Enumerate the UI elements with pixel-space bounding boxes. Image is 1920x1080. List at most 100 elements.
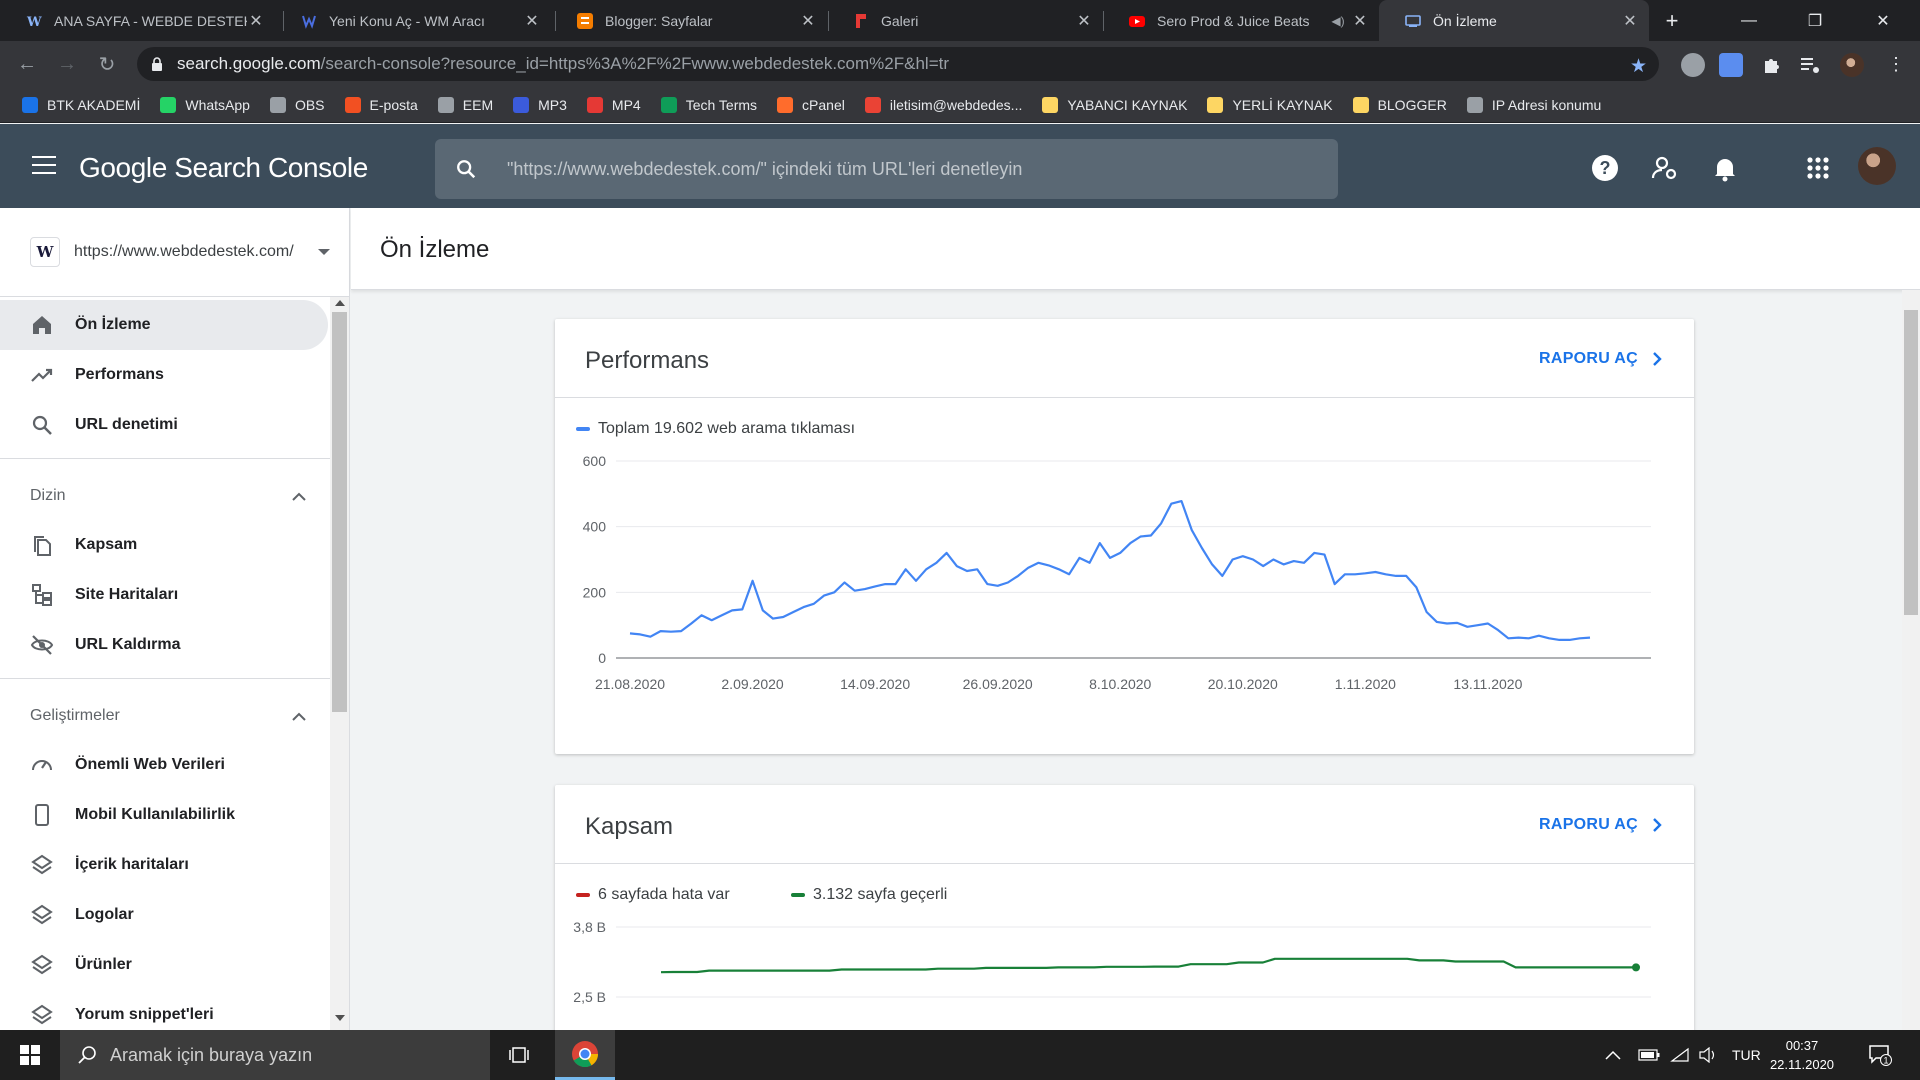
browser-menu-icon[interactable]: ⋮ <box>1878 41 1914 88</box>
bookmark-item[interactable]: YABANCI KAYNAK <box>1042 97 1187 113</box>
back-button[interactable]: ← <box>9 41 45 88</box>
sidebar-item-performance[interactable]: Performans <box>0 350 328 400</box>
account-avatar[interactable] <box>1858 147 1896 185</box>
sidebar-item-coverage[interactable]: Kapsam <box>0 520 328 570</box>
minimize-window-button[interactable]: — <box>1716 0 1782 41</box>
chevron-right-icon <box>1653 818 1662 832</box>
battery-icon[interactable] <box>1638 1030 1660 1080</box>
volume-icon[interactable] <box>1698 1030 1718 1080</box>
search-console-logo[interactable]: Google Search Console <box>79 152 368 184</box>
wifi-icon[interactable] <box>1670 1030 1690 1080</box>
sidebar-item-review-snippets[interactable]: Yorum snippet'leri <box>0 990 328 1030</box>
show-hidden-icons[interactable] <box>1605 1030 1621 1080</box>
home-icon <box>33 316 51 334</box>
bookmark-label: Tech Terms <box>685 97 758 113</box>
chart-legend-clicks[interactable]: Toplam 19.602 web arama tıklaması <box>576 420 855 438</box>
url-inspection-search[interactable]: "https://www.webdedestek.com/" içindeki … <box>435 139 1338 199</box>
sidebar-scrollbar-thumb[interactable] <box>332 312 347 712</box>
help-icon[interactable]: ? <box>1591 154 1619 182</box>
close-window-button[interactable]: ✕ <box>1850 0 1916 41</box>
bookmark-item[interactable]: cPanel <box>777 97 845 113</box>
bookmark-item[interactable]: BLOGGER <box>1352 97 1447 113</box>
bookmark-item[interactable]: IP Adresi konumu <box>1466 97 1601 113</box>
task-view-icon[interactable] <box>500 1030 540 1080</box>
close-tab-icon[interactable]: ✕ <box>799 11 817 31</box>
coverage-card: Kapsam RAPORU AÇ 6 sayfada hata var 3.13… <box>555 785 1694 1045</box>
bookmark-item[interactable]: MP3 <box>513 97 567 113</box>
svg-text:?: ? <box>1600 158 1611 178</box>
new-tab-button[interactable]: + <box>1657 0 1687 41</box>
manage-users-icon[interactable] <box>1651 154 1679 182</box>
open-performance-report-link[interactable]: RAPORU AÇ <box>1539 350 1662 368</box>
main-menu-icon[interactable] <box>32 156 56 174</box>
bookmark-item[interactable]: E-posta <box>344 97 418 113</box>
youtube-favicon-icon <box>1129 15 1145 27</box>
mute-tab-icon[interactable]: ◀) <box>1329 14 1347 28</box>
layers-icon <box>31 954 53 975</box>
browser-tab[interactable]: Yeni Konu Aç - WM Aracı ✕ <box>275 0 551 41</box>
sidebar-item-overview[interactable]: Ön İzleme <box>0 300 328 350</box>
sidebar-item-url-inspection[interactable]: URL denetimi <box>0 400 328 450</box>
media-playlist-icon[interactable] <box>1798 53 1822 77</box>
browser-tab[interactable]: Sero Prod & Juice Beats ◀) ✕ <box>1103 0 1379 41</box>
bookmark-item[interactable]: MP4 <box>586 97 641 113</box>
y-tick-label: 0 <box>598 650 606 666</box>
bookmark-item[interactable]: OBS <box>269 97 325 113</box>
svg-text:W: W <box>26 15 42 29</box>
sidebar-item-core-web-vitals[interactable]: Önemli Web Verileri <box>0 740 328 790</box>
reload-button[interactable]: ↻ <box>89 41 125 88</box>
chart-legend-valid[interactable]: 3.132 sayfa geçerli <box>791 886 947 904</box>
series-end-point <box>1632 963 1640 972</box>
close-tab-icon[interactable]: ✕ <box>523 11 541 31</box>
action-center-button[interactable]: 1 <box>1868 1030 1892 1080</box>
profile-avatar[interactable] <box>1840 53 1864 77</box>
chart-legend-errors[interactable]: 6 sayfada hata var <box>576 886 730 904</box>
bookmark-item[interactable]: iletisim@webdedes... <box>864 97 1022 113</box>
bookmark-star-icon[interactable]: ★ <box>1630 55 1647 78</box>
taskbar-clock[interactable]: 00:37 22.11.2020 <box>1762 1036 1842 1074</box>
close-tab-icon[interactable]: ✕ <box>1351 11 1369 31</box>
sidebar-section-index[interactable]: Dizin <box>30 487 306 505</box>
notifications-bell-icon[interactable] <box>1711 154 1739 182</box>
restore-window-button[interactable]: ❐ <box>1782 0 1848 41</box>
puzzle-extensions-icon[interactable] <box>1760 53 1784 77</box>
address-bar[interactable]: search.google.com /search-console?resour… <box>137 47 1659 81</box>
scroll-up-arrow-icon[interactable] <box>335 300 345 306</box>
bookmark-item[interactable]: Tech Terms <box>660 97 758 113</box>
sidebar-item-products[interactable]: Ürünler <box>0 940 328 990</box>
chrome-taskbar-icon[interactable] <box>555 1030 615 1080</box>
bookmark-item[interactable]: EEM <box>437 97 493 113</box>
forward-button[interactable]: → <box>49 41 85 88</box>
sidebar-item-removals[interactable]: URL Kaldırma <box>0 620 328 670</box>
close-tab-icon[interactable]: ✕ <box>247 11 265 31</box>
sidebar-section-enhancements[interactable]: Geliştirmeler <box>30 707 306 725</box>
adblock-extension-icon[interactable] <box>1681 53 1705 77</box>
close-tab-icon[interactable]: ✕ <box>1621 11 1639 31</box>
input-language[interactable]: TUR <box>1732 1030 1761 1080</box>
bookmark-icon <box>513 97 530 113</box>
extension-icon[interactable] <box>1719 53 1743 77</box>
scroll-down-arrow-icon[interactable] <box>335 1015 345 1021</box>
property-selector[interactable]: W https://www.webdedestek.com/ <box>0 208 349 297</box>
start-button[interactable] <box>0 1030 60 1080</box>
bookmark-item[interactable]: BTK AKADEMİ <box>22 97 140 113</box>
apps-grid-icon[interactable] <box>1804 154 1832 182</box>
sidebar-item-sitemaps[interactable]: Site Haritaları <box>0 570 328 620</box>
open-coverage-report-link[interactable]: RAPORU AÇ <box>1539 816 1662 834</box>
browser-tab[interactable]: Galeri ✕ <box>827 0 1103 41</box>
browser-tab[interactable]: W ANA SAYFA - WEBDE DESTEK ✕ <box>0 0 275 41</box>
bookmark-item[interactable]: YERLİ KAYNAK <box>1207 97 1333 113</box>
copy-pages-icon <box>34 536 51 556</box>
browser-tab[interactable]: Blogger: Sayfalar ✕ <box>551 0 827 41</box>
main-scrollbar-thumb[interactable] <box>1904 310 1918 615</box>
sidebar-item-logos[interactable]: Logolar <box>0 890 328 940</box>
browser-tab-active[interactable]: Ön İzleme ✕ <box>1379 0 1649 41</box>
sidebar-item-label: Mobil Kullanılabilirlik <box>75 806 236 823</box>
taskbar-search[interactable]: Aramak için buraya yazın <box>60 1030 490 1080</box>
sidebar-item-mobile-usability[interactable]: Mobil Kullanılabilirlik <box>0 790 328 840</box>
close-tab-icon[interactable]: ✕ <box>1075 11 1093 31</box>
sidebar-item-breadcrumbs[interactable]: İçerik haritaları <box>0 840 328 890</box>
bookmark-item[interactable]: WhatsApp <box>160 97 250 113</box>
trending-up-icon <box>31 368 53 382</box>
x-tick-label: 26.09.2020 <box>963 676 1033 692</box>
